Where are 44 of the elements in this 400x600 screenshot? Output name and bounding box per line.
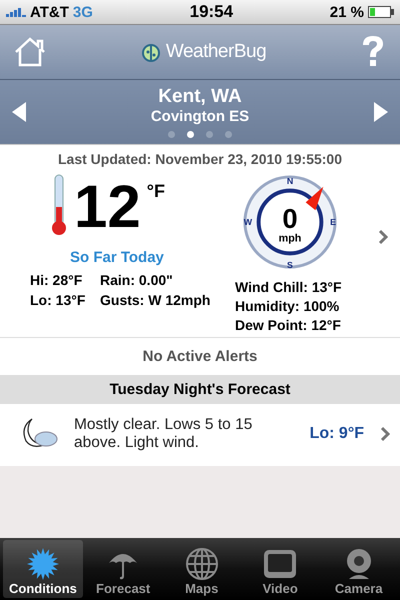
temperature: 12 <box>74 173 141 241</box>
stat-text: Lo: 13°F <box>30 292 86 308</box>
clock: 19:54 <box>190 2 234 22</box>
home-icon[interactable] <box>14 37 46 67</box>
alerts-status: No Active Alerts <box>0 338 400 375</box>
tab-item[interactable]: Conditions <box>3 540 83 598</box>
app-logo: WeatherBug <box>166 41 266 63</box>
stat-text: Gusts: W 12mph <box>100 292 212 308</box>
tab-item[interactable]: Camera <box>320 540 398 598</box>
station-name: Covington ES <box>150 108 250 125</box>
page-dot[interactable] <box>224 131 232 138</box>
detail-text: Humidity: 100% <box>235 298 340 314</box>
carrier-name: AT&T <box>30 4 69 20</box>
tab-item[interactable]: Video <box>242 540 318 598</box>
tab-item[interactable]: Forecast <box>84 540 162 598</box>
chevron-icon[interactable] <box>378 229 388 245</box>
next-arrow[interactable] <box>374 102 388 122</box>
battery-percent: 21 % <box>330 4 364 20</box>
page-dot[interactable] <box>168 131 175 138</box>
detail-text: Wind Chill: 13°F <box>235 279 342 295</box>
tv-icon <box>262 547 298 581</box>
stat-text: Hi: 28°F <box>30 272 84 288</box>
previous-arrow[interactable] <box>12 102 26 122</box>
signal-icon <box>6 7 26 17</box>
stat-text: Rain: 0.00" <box>100 272 174 288</box>
temperature-unit: °F <box>146 181 165 202</box>
location-city: Kent, WA <box>158 86 242 108</box>
globe-icon <box>184 547 220 581</box>
ladybug-icon <box>140 41 162 63</box>
network-type: 3G <box>72 4 93 20</box>
battery-icon <box>368 6 394 18</box>
help-icon[interactable] <box>360 35 386 69</box>
detail-text: Dew Point: 12°F <box>235 317 342 333</box>
wind-compass: N E S W 0 mph <box>241 173 339 271</box>
forecast-text: Mostly clear. Lows 5 to 15 above. Light wind. <box>74 416 254 452</box>
chevron-icon[interactable] <box>380 426 390 442</box>
thermometer-icon <box>50 173 68 237</box>
page-dot[interactable] <box>186 131 194 138</box>
section-label: So Far Today <box>70 249 165 266</box>
last-updated: Last Updated: November 23, 2010 19:55:00 <box>56 151 343 167</box>
forecast-header: Tuesday Night's Forecast <box>0 375 400 404</box>
forecast-low: Lo: 9°F <box>310 425 364 443</box>
page-dot[interactable] <box>206 131 213 138</box>
tab-item[interactable]: Maps <box>163 540 240 598</box>
